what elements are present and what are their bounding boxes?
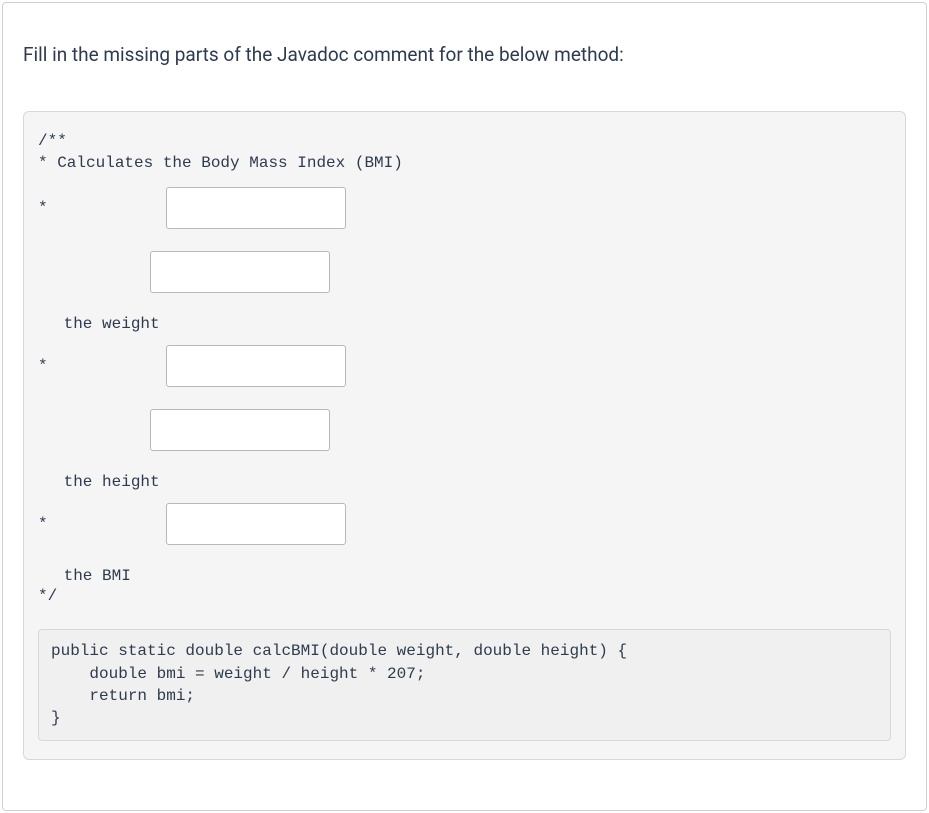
blank-input-4[interactable] [150, 409, 330, 451]
method-block: public static double calcBMI(double weig… [38, 629, 891, 741]
height-label: the height [54, 473, 891, 491]
blank-input-3[interactable] [166, 345, 346, 387]
blank-input-2[interactable] [150, 251, 330, 293]
javadoc-open: /** [38, 130, 891, 152]
method-line-2: double bmi = weight / height * 207; [51, 663, 878, 685]
blank-input-1[interactable] [166, 187, 346, 229]
star-2: * [38, 357, 166, 375]
blank-row-3: * [38, 345, 891, 387]
blank-input-5[interactable] [166, 503, 346, 545]
star-3: * [38, 515, 166, 533]
question-container: Fill in the missing parts of the Javadoc… [2, 2, 927, 811]
blank-row-4 [150, 409, 891, 451]
method-line-4: } [51, 707, 878, 729]
method-line-1: public static double calcBMI(double weig… [51, 640, 878, 662]
code-panel: /** * Calculates the Body Mass Index (BM… [23, 111, 906, 760]
star-1: * [38, 199, 166, 217]
weight-label: the weight [54, 315, 891, 333]
blank-row-1: * [38, 187, 891, 229]
question-title: Fill in the missing parts of the Javadoc… [23, 43, 906, 66]
method-line-3: return bmi; [51, 685, 878, 707]
blank-row-5: * [38, 503, 891, 545]
blank-row-2 [150, 251, 891, 293]
bmi-label: the BMI [54, 567, 891, 585]
javadoc-close: */ [38, 585, 891, 607]
javadoc-desc: * Calculates the Body Mass Index (BMI) [38, 152, 891, 174]
